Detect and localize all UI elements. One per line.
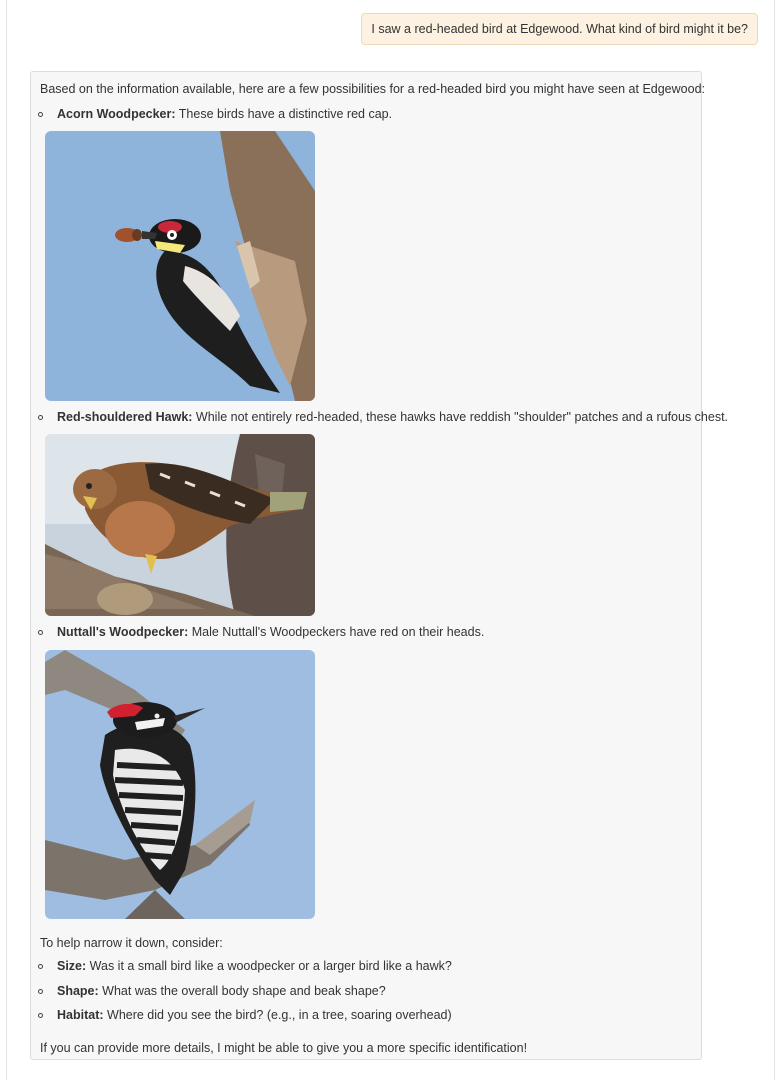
list-item-nuttalls-woodpecker: Nuttall's Woodpecker: Male Nuttall's Woo…: [57, 625, 484, 639]
red-shouldered-hawk-photo: [45, 434, 315, 616]
bullet-icon: [38, 112, 43, 117]
bullet-icon: [38, 989, 43, 994]
question-text: Where did you see the bird? (e.g., in a …: [107, 1008, 452, 1022]
bullet-icon: [38, 630, 43, 635]
bird-name: Red-shouldered Hawk:: [57, 410, 193, 424]
question-label: Habitat:: [57, 1008, 104, 1022]
bird-name: Acorn Woodpecker:: [57, 107, 176, 121]
bird-description: While not entirely red-headed, these haw…: [195, 410, 729, 424]
question-size: Size: Was it a small bird like a woodpec…: [57, 959, 452, 973]
bird-description: These birds have a distinctive red cap.: [178, 107, 393, 121]
response-closing: If you can provide more details, I might…: [40, 1041, 528, 1055]
user-message-text: I saw a red-headed bird at Edgewood. Wha…: [371, 22, 748, 36]
question-label: Shape:: [57, 984, 99, 998]
question-shape: Shape: What was the overall body shape a…: [57, 984, 386, 998]
question-text: Was it a small bird like a woodpecker or…: [89, 959, 452, 973]
list-item-red-shouldered-hawk: Red-shouldered Hawk: While not entirely …: [57, 410, 728, 424]
response-intro: Based on the information available, here…: [40, 82, 705, 96]
bullet-icon: [38, 1013, 43, 1018]
chat-window: I saw a red-headed bird at Edgewood. Wha…: [6, 0, 775, 1080]
bullet-icon: [38, 415, 43, 420]
narrow-intro: To help narrow it down, consider:: [40, 936, 223, 950]
question-habitat: Habitat: Where did you see the bird? (e.…: [57, 1008, 452, 1022]
user-message-bubble: I saw a red-headed bird at Edgewood. Wha…: [361, 13, 758, 45]
bullet-icon: [38, 964, 43, 969]
bird-description: Male Nuttall's Woodpeckers have red on t…: [191, 625, 485, 639]
assistant-response-card: Based on the information available, here…: [30, 71, 728, 1060]
list-item-acorn-woodpecker: Acorn Woodpecker: These birds have a dis…: [57, 107, 392, 121]
question-text: What was the overall body shape and beak…: [102, 984, 386, 998]
bird-name: Nuttall's Woodpecker:: [57, 625, 189, 639]
acorn-woodpecker-photo: [45, 131, 315, 401]
question-label: Size:: [57, 959, 87, 973]
nuttalls-woodpecker-photo: [45, 650, 315, 919]
